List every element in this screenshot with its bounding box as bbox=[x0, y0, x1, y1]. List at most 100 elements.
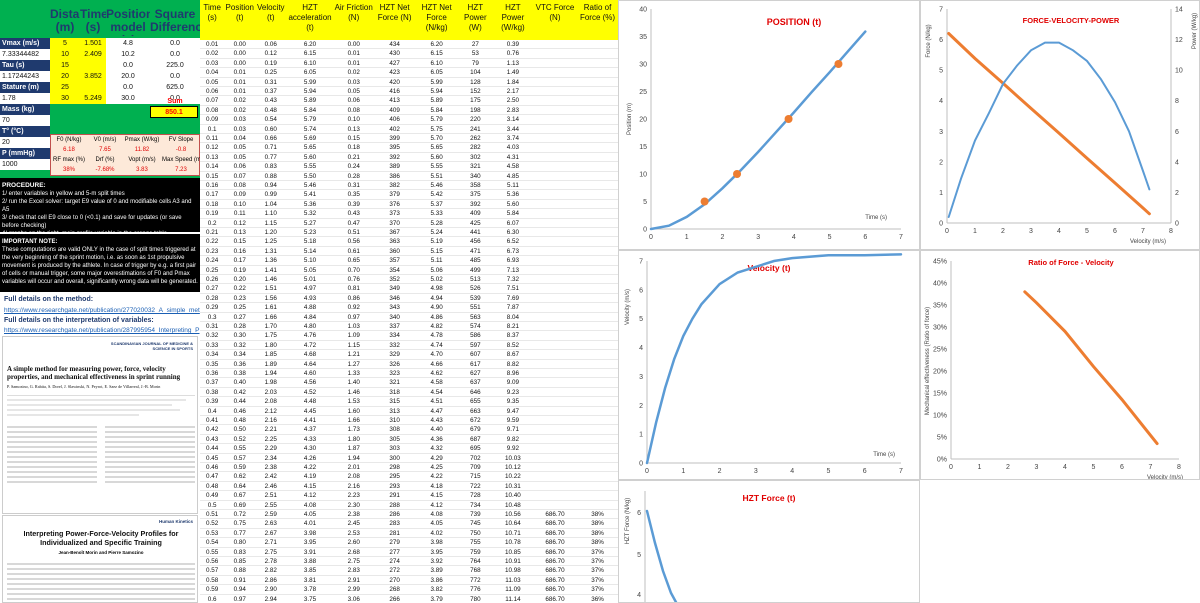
table-cell: 4.90 bbox=[430, 304, 443, 312]
table-cell: 0.32 bbox=[206, 332, 219, 340]
value-temperature[interactable]: 20 bbox=[0, 137, 50, 148]
table-cell: 1.80 bbox=[264, 341, 277, 349]
table-cell: 5.84 bbox=[303, 106, 317, 114]
split-distance[interactable]: 15 bbox=[50, 60, 80, 71]
table-cell bbox=[577, 96, 618, 105]
table-cell: 1.98 bbox=[264, 379, 277, 387]
table-cell bbox=[533, 247, 577, 256]
table-cell: 0.22 bbox=[206, 238, 219, 246]
value-pressure[interactable]: 1000 bbox=[0, 159, 50, 170]
x-tick-label: 1 bbox=[685, 234, 689, 241]
split-time[interactable]: 2.409 bbox=[80, 49, 106, 60]
table-cell: 198 bbox=[470, 106, 481, 114]
table-cell: 3.98 bbox=[303, 529, 317, 537]
x-tick-label: 6 bbox=[863, 234, 867, 241]
paper-1-abstract-col1 bbox=[7, 423, 97, 508]
table-cell: 308 bbox=[389, 426, 400, 434]
table-cell: 2.45 bbox=[347, 520, 360, 528]
table-cell: 0.36 bbox=[233, 360, 246, 368]
value-vmax[interactable]: 7.33344482 bbox=[0, 49, 50, 60]
table-cell: 759 bbox=[470, 548, 481, 556]
table-cell: 321 bbox=[389, 379, 400, 387]
split-time[interactable] bbox=[80, 60, 106, 71]
split-time[interactable] bbox=[80, 82, 106, 93]
value-mass[interactable]: 70 bbox=[0, 115, 50, 126]
table-cell bbox=[533, 454, 577, 463]
table-cell: 6.10 bbox=[303, 59, 317, 67]
table-cell bbox=[533, 78, 577, 87]
table-cell: 0.03 bbox=[233, 125, 246, 133]
table-row: 0.12 0.05 0.71 5.65 0.18 395 5.65 282 4.03 bbox=[200, 143, 618, 153]
table-cell: 0.43 bbox=[206, 435, 219, 443]
table-cell: 370 bbox=[389, 219, 400, 227]
y-tick-label: 4 bbox=[939, 98, 943, 105]
table-cell: 6.15 bbox=[303, 50, 317, 58]
table-cell: 4.40 bbox=[430, 426, 443, 434]
y-tick-label: 2 bbox=[939, 159, 943, 166]
split-distance[interactable]: 20 bbox=[50, 71, 80, 82]
table-cell: 3.88 bbox=[303, 558, 317, 565]
velocity-chart[interactable]: 0 1 2 3 4 5 6 7 0 1 2 3 4 5 6 7 Velocity (t) Velocity (m/… bbox=[618, 250, 920, 480]
x-tick-label: 6 bbox=[1120, 464, 1124, 471]
table-cell: 315 bbox=[389, 398, 400, 406]
table-cell: 2.59 bbox=[264, 511, 277, 518]
table-cell: 389 bbox=[389, 163, 400, 171]
table-cell: 8.67 bbox=[506, 351, 520, 359]
table-cell: 0.08 bbox=[233, 182, 246, 189]
table-cell bbox=[577, 313, 618, 322]
table-cell: 2.30 bbox=[347, 501, 360, 509]
x-tick-label: 7 bbox=[1149, 464, 1153, 471]
table-cell: 323 bbox=[389, 370, 400, 377]
split-time[interactable]: 5.249 bbox=[80, 93, 106, 104]
table-cell: 0.52 bbox=[233, 435, 246, 443]
split-time[interactable]: 3.852 bbox=[80, 71, 106, 82]
table-cell: 5.46 bbox=[303, 182, 317, 189]
table-row: 0.58 0.91 2.86 3.81 2.91 270 3.86 772 11.03 686.7… bbox=[200, 576, 618, 586]
paper-2-thumbnail[interactable]: Human Kinetics Interpreting Power-Force-… bbox=[2, 515, 198, 603]
table-cell: 750 bbox=[470, 529, 481, 537]
table-row: 0.6 0.97 2.94 3.75 3.06 266 3.79 780 11.14 686.70… bbox=[200, 595, 618, 603]
split-time[interactable]: 1.501 bbox=[80, 38, 106, 49]
y-tick-label: 30% bbox=[933, 325, 947, 332]
table-cell: 8.96 bbox=[506, 370, 520, 377]
table-cell: 5.69 bbox=[303, 135, 317, 142]
split-distance[interactable]: 25 bbox=[50, 82, 80, 93]
right-tick-label: 14 bbox=[1175, 7, 1183, 14]
table-cell: 0.51 bbox=[347, 229, 360, 236]
paper-1-thumbnail[interactable]: SCANDINAVIAN JOURNAL OF MEDICINE & SCIEN… bbox=[2, 336, 198, 514]
position-chart[interactable]: 0 1 2 3 4 5 6 7 0 5 10 15 20 25 30 35 40 POSITION (t) Posi… bbox=[618, 0, 920, 250]
table-cell bbox=[533, 87, 577, 96]
hzt-force-chart[interactable]: 6 5 4 HZT Force (t) HZT Force (N/kg) bbox=[618, 480, 920, 603]
value-tau[interactable]: 1.17244243 bbox=[0, 71, 50, 82]
ratio-force-velocity-chart[interactable]: 0 1 2 3 4 5 6 7 8 0% 5% 10% 15% 20% 25% 30% 35% 40% 45% Rat… bbox=[920, 250, 1200, 480]
interp-link[interactable]: https://www.researchgate.net/publication… bbox=[4, 327, 200, 334]
table-row: 0.34 0.34 1.85 4.68 1.21 329 4.70 607 8.67 bbox=[200, 350, 618, 360]
table-cell: 0.11 bbox=[233, 210, 246, 218]
table-cell: 0.60 bbox=[264, 125, 277, 133]
table-cell: 220 bbox=[470, 116, 481, 124]
table-cell bbox=[533, 350, 577, 359]
split-distance[interactable]: 30 bbox=[50, 93, 80, 104]
table-cell: 3.81 bbox=[303, 576, 317, 584]
table-cell bbox=[533, 200, 577, 209]
table-cell: 0.72 bbox=[233, 511, 246, 518]
column-header: Air Friction (N) bbox=[334, 3, 373, 22]
table-cell: 2.67 bbox=[264, 529, 277, 537]
table-cell: 0.77 bbox=[233, 529, 246, 537]
table-row: 0.21 0.13 1.20 5.23 0.51 367 5.24 441 6.30 bbox=[200, 228, 618, 238]
table-cell: 5.10 bbox=[303, 257, 317, 265]
method-link[interactable]: https://www.researchgate.net/publication… bbox=[4, 307, 200, 314]
split-distance[interactable]: 5 bbox=[50, 38, 80, 49]
table-cell: 597 bbox=[470, 341, 481, 349]
table-cell: 409 bbox=[389, 106, 400, 114]
table-cell bbox=[533, 407, 577, 416]
split-distance[interactable]: 10 bbox=[50, 49, 80, 60]
table-cell: 293 bbox=[389, 482, 400, 490]
y-tick-label: 6 bbox=[637, 510, 641, 517]
table-cell: 4.19 bbox=[303, 473, 317, 481]
table-cell: 2.50 bbox=[506, 97, 520, 105]
value-stature[interactable]: 1.78 bbox=[0, 93, 50, 104]
force-velocity-power-chart[interactable]: 0 1 2 3 4 5 6 7 8 0 1 2 3 4 5 6 7 0 2 4 6 8 10 12 14 FORCE-VELOCI… bbox=[920, 0, 1200, 250]
table-cell bbox=[577, 472, 618, 481]
table-cell bbox=[533, 341, 577, 350]
